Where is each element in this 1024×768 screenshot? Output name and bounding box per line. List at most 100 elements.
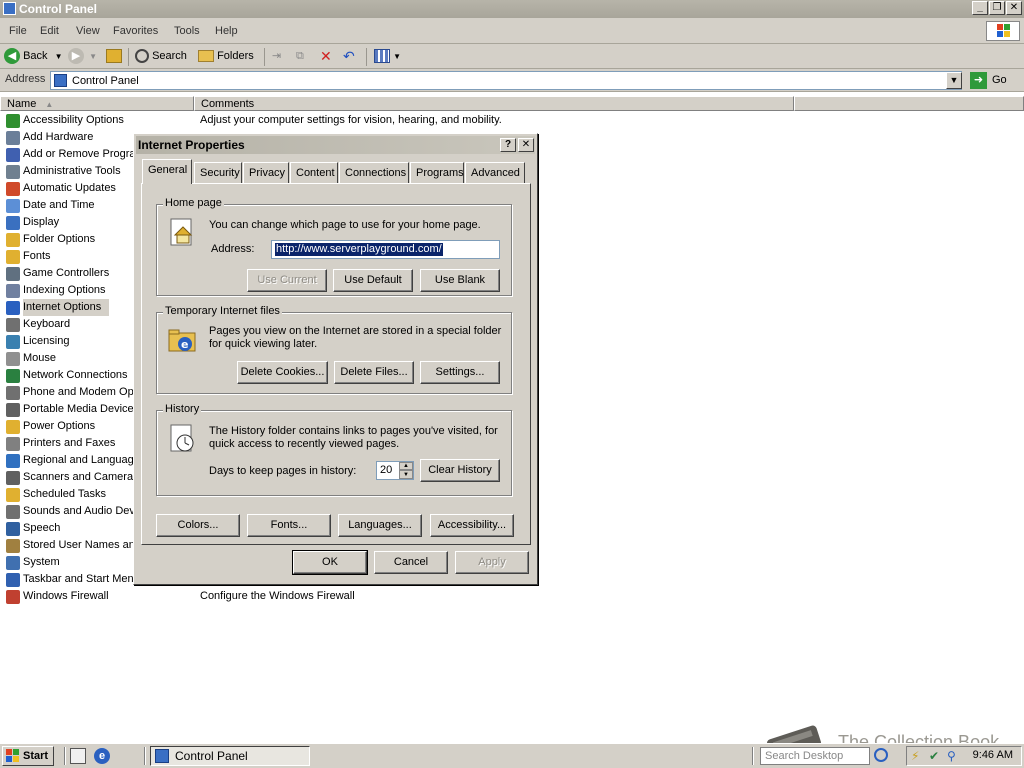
desktop-search-input[interactable]: Search Desktop	[760, 747, 870, 765]
chevron-down-icon: ▼	[393, 52, 401, 61]
colors-button[interactable]: Colors...	[156, 514, 240, 537]
chevron-down-icon: ▼	[54, 52, 63, 61]
show-desktop-icon[interactable]	[70, 748, 86, 764]
home-address-input[interactable]: http://www.serverplayground.com/	[271, 240, 500, 259]
delete-button[interactable]: ✕	[320, 48, 332, 65]
tab-connections[interactable]: Connections	[339, 162, 409, 183]
search-icon[interactable]	[874, 748, 888, 762]
item-icon	[6, 522, 20, 536]
forward-arrow-icon: ▶	[68, 48, 84, 65]
use-current-button[interactable]: Use Current	[247, 269, 327, 292]
help-button[interactable]: ?	[500, 138, 516, 152]
cancel-button[interactable]: Cancel	[374, 551, 448, 574]
column-header-comments[interactable]: Comments	[194, 96, 794, 111]
stepper-down-icon[interactable]: ▼	[399, 470, 413, 479]
use-default-button[interactable]: Use Default	[333, 269, 413, 292]
close-button[interactable]: ✕	[1006, 1, 1022, 15]
toolbar-separator	[264, 48, 265, 66]
fonts-button[interactable]: Fonts...	[247, 514, 331, 537]
taskbar-control-panel-button[interactable]: Control Panel	[150, 746, 310, 766]
general-tab-panel: Home page You can change which page to u…	[141, 183, 531, 545]
delete-x-icon: ✕	[320, 48, 332, 64]
item-icon	[6, 420, 20, 434]
tab-security[interactable]: Security	[194, 162, 242, 183]
go-button[interactable]: ➜ Go	[968, 71, 1022, 90]
menu-file[interactable]: File	[9, 25, 27, 37]
undo-button[interactable]: ↶	[343, 48, 355, 65]
up-folder-button[interactable]	[106, 48, 122, 65]
tab-privacy[interactable]: Privacy	[243, 162, 289, 183]
menu-bar: File Edit View Favorites Tools Help	[0, 18, 1024, 44]
copy-to-button[interactable]: ⧉	[296, 48, 304, 65]
menu-help[interactable]: Help	[215, 25, 238, 37]
address-input[interactable]: Control Panel	[50, 71, 962, 90]
control-panel-icon	[3, 2, 16, 15]
taskbar-task-label: Control Panel	[175, 749, 248, 763]
tab-programs[interactable]: Programs	[410, 162, 464, 183]
settings-button[interactable]: Settings...	[420, 361, 500, 384]
tab-content[interactable]: Content	[290, 162, 338, 183]
start-button[interactable]: Start	[2, 746, 54, 766]
tray-network-icon[interactable]: ⚡	[911, 749, 919, 763]
clear-history-button[interactable]: Clear History	[420, 459, 500, 482]
taskbar-separator	[144, 747, 146, 765]
sort-ascending-icon: ▲	[45, 100, 54, 109]
dialog-titlebar[interactable]: Internet Properties ? ✕	[136, 136, 535, 154]
clock[interactable]: 9:46 AM	[973, 749, 1013, 761]
item-icon	[6, 539, 20, 553]
tab-advanced[interactable]: Advanced	[465, 162, 525, 183]
list-item[interactable]: Accessibility Options Adjust your compute…	[0, 112, 1024, 129]
menu-favorites[interactable]: Favorites	[113, 25, 158, 37]
minimize-button[interactable]: _	[972, 1, 988, 15]
days-to-keep-stepper[interactable]: 20 ▲ ▼	[376, 461, 414, 480]
menu-edit[interactable]: Edit	[40, 25, 59, 37]
menu-tools[interactable]: Tools	[174, 25, 200, 37]
item-comment: Configure the Windows Firewall	[200, 590, 355, 602]
item-icon	[6, 590, 20, 604]
internet-explorer-icon[interactable]: e	[94, 748, 110, 764]
languages-button[interactable]: Languages...	[338, 514, 422, 537]
windows-start-icon	[6, 749, 19, 762]
copy-to-icon: ⧉	[296, 50, 304, 62]
restore-button[interactable]: ❐	[989, 1, 1005, 15]
history-description-line1: The History folder contains links to pag…	[209, 425, 498, 437]
tab-general[interactable]: General	[142, 159, 192, 184]
views-button[interactable]: ▼	[374, 48, 401, 65]
accessibility-button[interactable]: Accessibility...	[430, 514, 514, 537]
tray-search-icon[interactable]: ⚲	[947, 749, 956, 763]
address-dropdown-button[interactable]: ▼	[946, 72, 962, 89]
dialog-close-button[interactable]: ✕	[518, 138, 534, 152]
move-to-icon: ⇥	[272, 50, 282, 62]
list-header: Name ▲ Comments	[0, 96, 1024, 111]
folder-icon	[198, 50, 214, 63]
use-blank-button[interactable]: Use Blank	[420, 269, 500, 292]
forward-button[interactable]: ▶ ▼	[68, 48, 97, 65]
column-header-empty	[794, 96, 1024, 111]
column-header-name[interactable]: Name ▲	[0, 96, 194, 111]
list-item[interactable]: Windows Firewall Configure the Windows Fi…	[0, 588, 1024, 605]
history-clock-icon	[170, 424, 194, 452]
stepper-up-icon[interactable]: ▲	[399, 462, 413, 470]
move-to-button[interactable]: ⇥	[272, 48, 281, 65]
tray-security-icon[interactable]: ✔	[929, 749, 939, 763]
temporary-files-description-line1: Pages you view on the Internet are store…	[209, 325, 502, 337]
item-icon	[6, 471, 20, 485]
apply-button[interactable]: Apply	[455, 551, 529, 574]
toolbar-separator	[366, 48, 367, 66]
item-icon	[6, 352, 20, 366]
temporary-files-description-line2: for quick viewing later.	[209, 338, 318, 350]
home-page-group-label: Home page	[163, 197, 224, 209]
ok-button[interactable]: OK	[292, 550, 368, 575]
chevron-down-icon: ▼	[89, 52, 97, 61]
back-button[interactable]: ◀ Back ▼	[4, 48, 63, 65]
item-icon	[6, 267, 20, 281]
delete-files-button[interactable]: Delete Files...	[334, 361, 414, 384]
search-button[interactable]: Search	[135, 48, 187, 65]
temporary-files-group: Temporary Internet files e Pages you vie…	[156, 305, 512, 394]
delete-cookies-button[interactable]: Delete Cookies...	[237, 361, 328, 384]
folders-button[interactable]: Folders	[198, 48, 254, 65]
item-icon	[6, 488, 20, 502]
window-titlebar[interactable]: Control Panel _ ❐ ✕	[0, 0, 1024, 18]
menu-view[interactable]: View	[76, 25, 100, 37]
taskbar-separator	[752, 747, 754, 765]
